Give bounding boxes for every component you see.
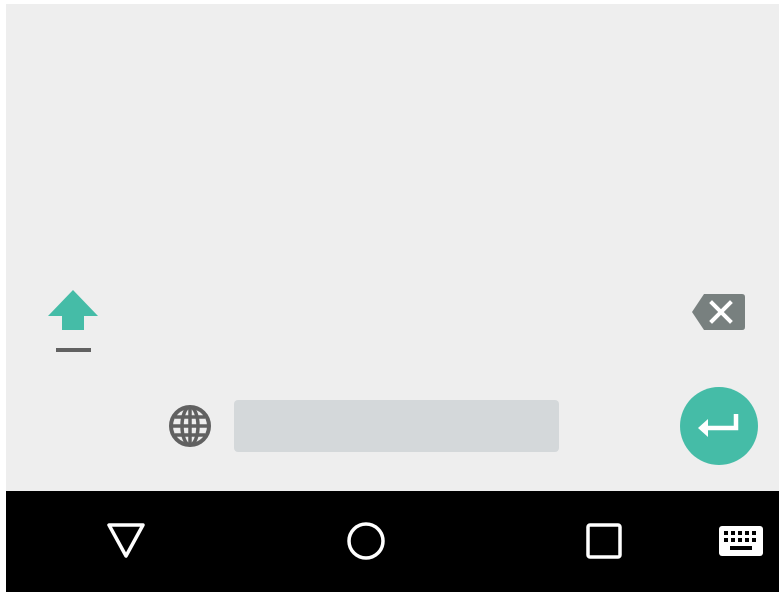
shift-key[interactable]: [42, 282, 104, 360]
soft-keyboard: [6, 4, 779, 491]
screen: [6, 4, 779, 592]
recents-button[interactable]: [580, 517, 628, 565]
shift-lock-indicator: [56, 348, 91, 352]
backspace-key[interactable]: [682, 288, 754, 336]
recents-square-icon: [586, 523, 622, 559]
back-triangle-icon: [107, 523, 145, 558]
globe-icon: [169, 405, 211, 447]
enter-key[interactable]: [680, 387, 758, 465]
backspace-icon: [692, 294, 745, 330]
keyboard-switcher-icon: [719, 526, 763, 556]
keyboard-switcher-button[interactable]: [714, 521, 768, 561]
home-circle-icon: [347, 522, 385, 560]
system-navigation-bar: [6, 491, 779, 592]
home-button[interactable]: [342, 517, 390, 565]
language-switch-key[interactable]: [158, 398, 222, 454]
shift-arrow-up-icon: [48, 290, 98, 330]
spacebar[interactable]: [234, 400, 559, 452]
back-button[interactable]: [102, 517, 150, 565]
enter-return-icon: [698, 414, 739, 437]
